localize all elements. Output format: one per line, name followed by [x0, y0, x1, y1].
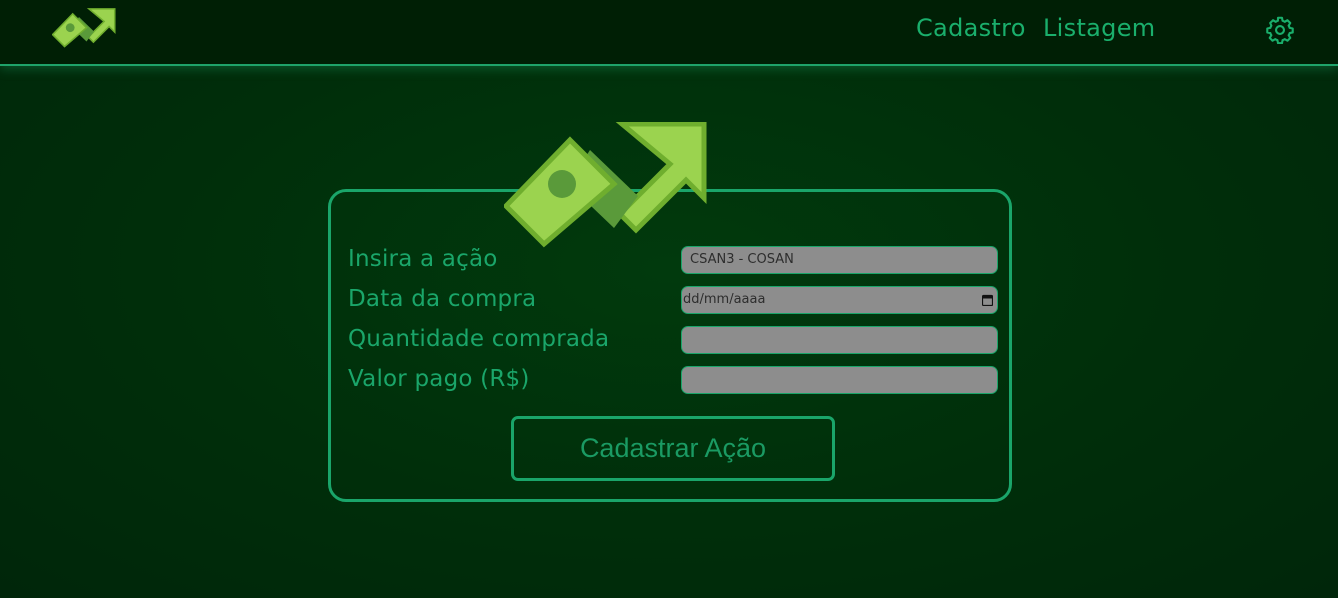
register-stock-button[interactable]: Cadastrar Ação — [511, 416, 835, 481]
calendar-icon[interactable] — [982, 294, 993, 306]
price-paid-label: Valor pago (R$) — [348, 366, 530, 392]
top-navbar: Cadastro Listagem — [0, 0, 1338, 66]
purchase-date-input[interactable]: dd/mm/aaaa — [681, 286, 998, 314]
gear-icon[interactable] — [1266, 16, 1294, 44]
date-placeholder: dd/mm/aaaa — [683, 292, 766, 307]
nav-listagem[interactable]: Listagem — [1043, 14, 1155, 42]
nav-cadastro[interactable]: Cadastro — [916, 14, 1026, 42]
quantity-input[interactable] — [681, 326, 998, 354]
money-up-arrow-logo-icon — [504, 122, 707, 248]
money-up-arrow-logo-icon[interactable] — [52, 8, 116, 48]
quantity-label: Quantidade comprada — [348, 326, 610, 352]
stock-label: Insira a ação — [348, 246, 498, 272]
stock-input[interactable]: CSAN3 - COSAN — [681, 246, 998, 274]
purchase-date-label: Data da compra — [348, 286, 537, 312]
price-paid-input[interactable] — [681, 366, 998, 394]
